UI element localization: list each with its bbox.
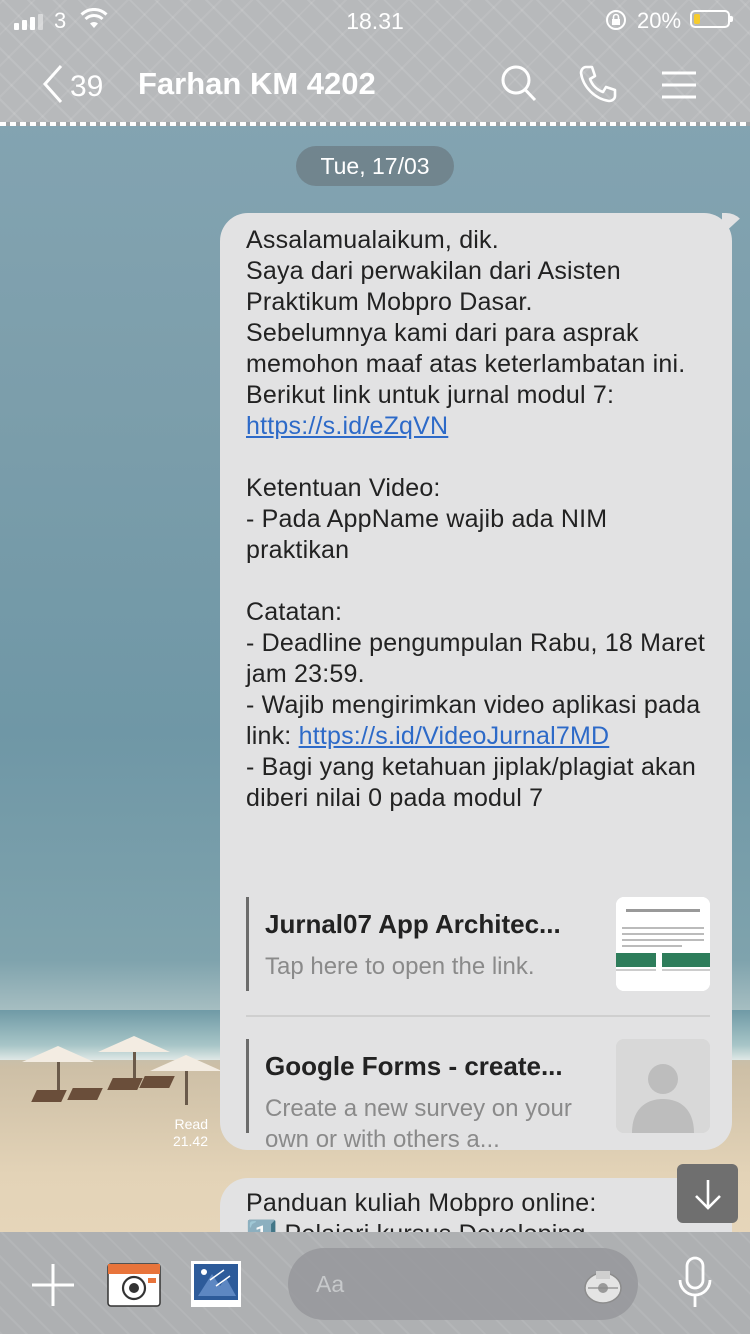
video-link[interactable]: https://s.id/VideoJurnal7MD bbox=[299, 722, 610, 750]
link-preview-jurnal[interactable]: Jurnal07 App Architec... Tap here to ope… bbox=[246, 897, 710, 993]
preview-subtitle: Tap here to open the link. bbox=[265, 953, 535, 980]
microphone-icon[interactable] bbox=[677, 1256, 713, 1315]
message-bubble[interactable]: Assalamualaikum, dik. Saya dari perwakil… bbox=[220, 213, 732, 1153]
message-text: Assalamualaikum, dik. Saya dari perwakil… bbox=[246, 225, 716, 814]
message-text-part: - Bagi yang ketahuan jiplak/plagiat akan… bbox=[246, 753, 696, 812]
rotation-lock-icon bbox=[604, 8, 628, 37]
plus-icon[interactable] bbox=[30, 1262, 76, 1313]
chat-title: Farhan KM 4202 bbox=[138, 66, 376, 101]
unread-count: 39 bbox=[70, 69, 104, 103]
input-bar bbox=[0, 1232, 750, 1334]
read-time: 21.42 bbox=[172, 1133, 208, 1149]
preview-bar bbox=[246, 897, 249, 991]
read-label: Read bbox=[174, 1116, 208, 1132]
nav-bar: 39 Farhan KM 4202 bbox=[0, 50, 750, 118]
chat-header: 3 18.31 20% 39 Farhan KM 4202 bbox=[0, 0, 750, 126]
message-text-part: Assalamualaikum, dik. Saya dari perwakil… bbox=[246, 226, 686, 409]
background-chair bbox=[107, 1078, 143, 1090]
jurnal-link[interactable]: https://s.id/eZqVN bbox=[246, 412, 448, 440]
phone-icon[interactable] bbox=[578, 64, 618, 109]
arrow-down-icon bbox=[692, 1178, 724, 1215]
preview-title: Google Forms - create... bbox=[265, 1051, 563, 1081]
preview-thumbnail bbox=[616, 1039, 710, 1133]
background-chair bbox=[31, 1090, 67, 1102]
search-icon[interactable] bbox=[500, 64, 538, 109]
battery-percent: 20% bbox=[637, 8, 682, 33]
menu-icon[interactable] bbox=[660, 70, 698, 105]
preview-thumbnail bbox=[616, 897, 710, 991]
preview-subtitle: Create a new survey on your own or with … bbox=[265, 1095, 572, 1153]
camera-icon[interactable] bbox=[106, 1260, 162, 1313]
scroll-to-bottom-button[interactable] bbox=[677, 1164, 738, 1223]
link-preview-google-forms[interactable]: Google Forms - create... Create a new su… bbox=[246, 1039, 710, 1153]
background-chair bbox=[67, 1088, 103, 1100]
gallery-icon[interactable] bbox=[190, 1260, 242, 1313]
sticker-icon[interactable] bbox=[582, 1266, 624, 1311]
chevron-left-icon bbox=[42, 64, 64, 109]
message-text-part: Ketentuan Video: - Pada AppName wajib ad… bbox=[246, 474, 706, 750]
back-button[interactable]: 39 bbox=[42, 64, 103, 109]
date-divider: Tue, 17/03 bbox=[296, 146, 454, 186]
read-receipt: Read 21.42 bbox=[150, 1116, 208, 1150]
status-bar: 3 18.31 20% bbox=[0, 0, 750, 42]
preview-bar bbox=[246, 1039, 249, 1133]
preview-separator bbox=[246, 1015, 710, 1017]
background-chair bbox=[139, 1076, 175, 1088]
preview-title: Jurnal07 App Architec... bbox=[265, 909, 561, 939]
battery-icon bbox=[690, 10, 733, 28]
